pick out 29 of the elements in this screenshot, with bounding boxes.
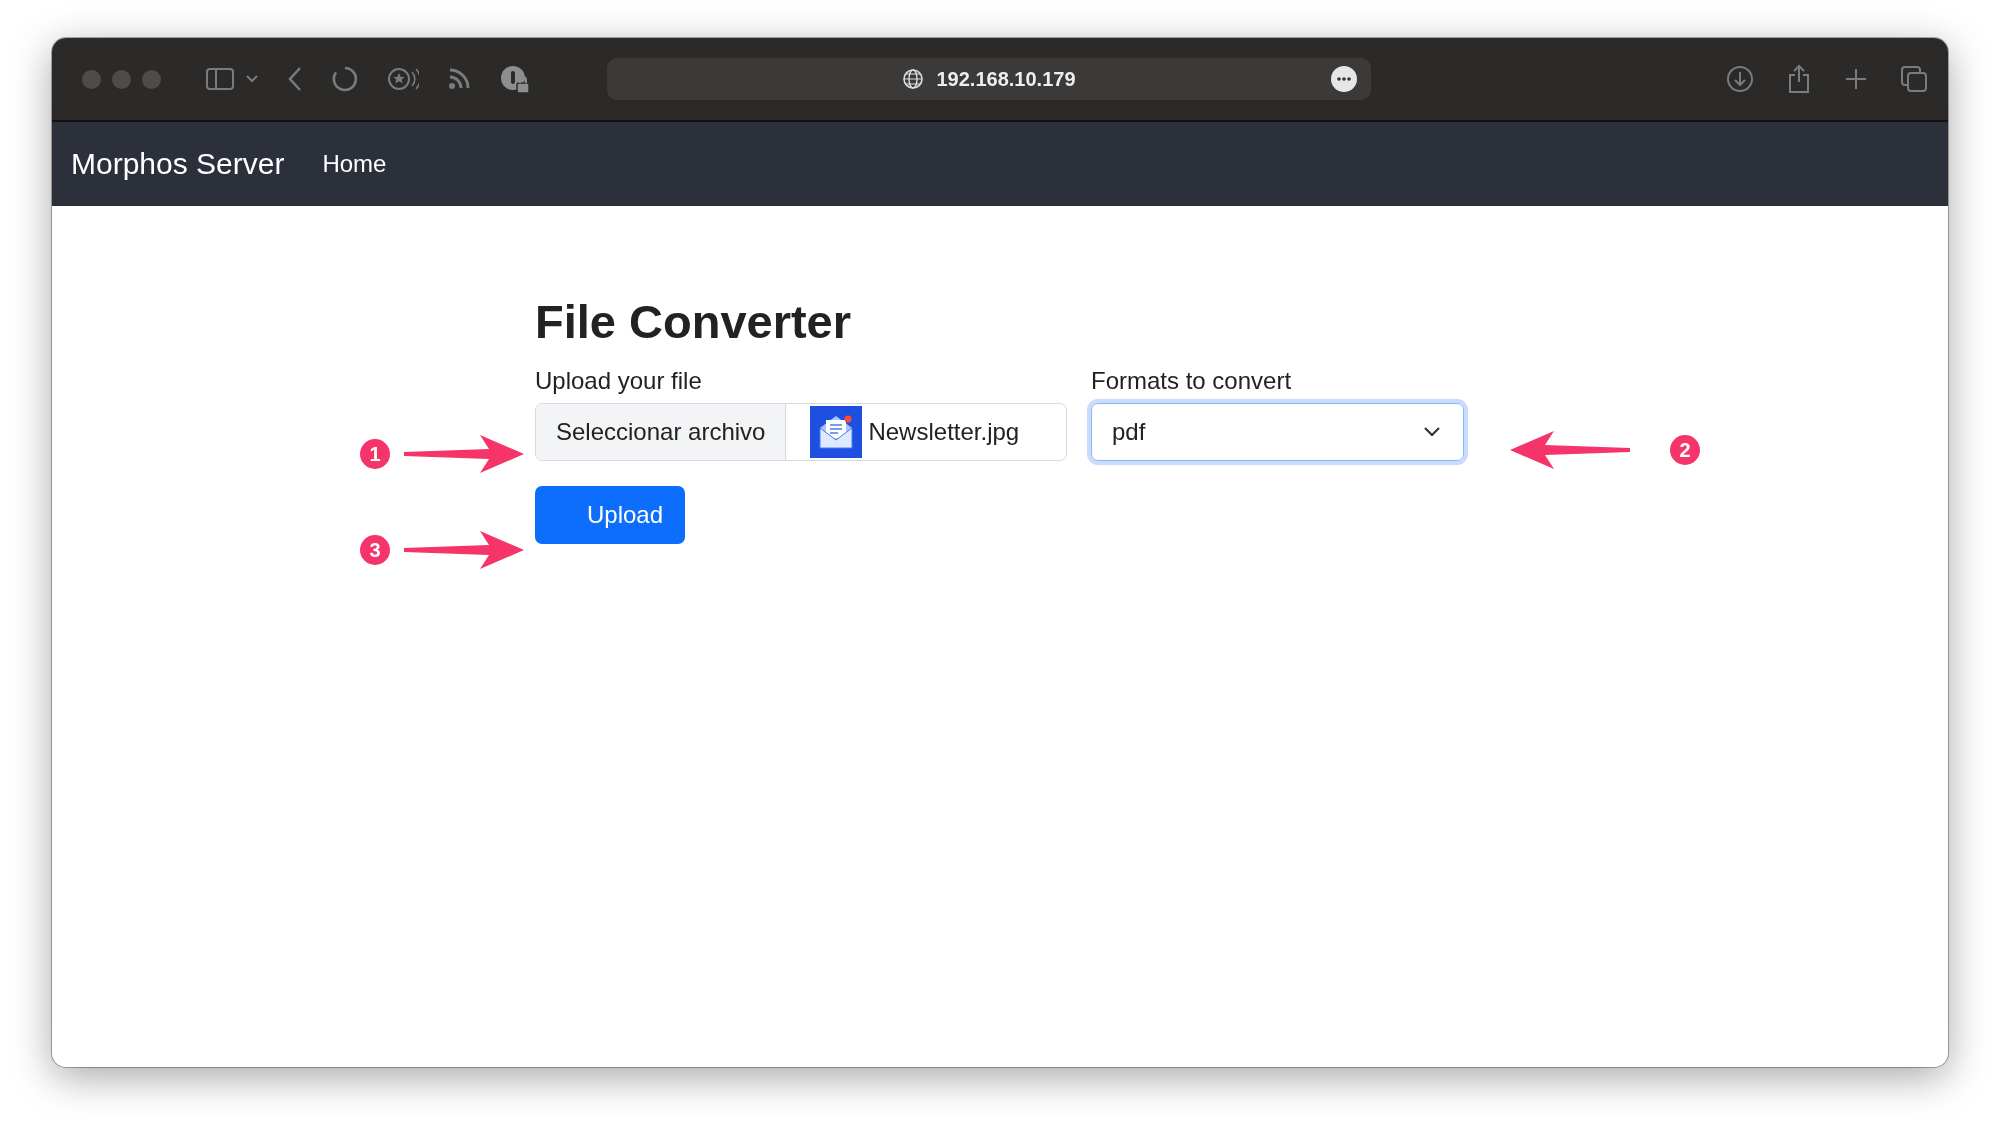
password-lock-icon[interactable] xyxy=(499,64,531,94)
star-badge-icon[interactable] xyxy=(387,66,419,92)
field-label: Upload your file xyxy=(535,367,703,395)
chevron-down-icon xyxy=(1423,426,1441,438)
chevron-down-icon[interactable] xyxy=(245,74,259,84)
back-icon[interactable] xyxy=(287,66,303,92)
reload-icon[interactable] xyxy=(331,65,359,93)
new-tab-icon[interactable] xyxy=(1844,67,1868,91)
sidebar-icon[interactable] xyxy=(205,67,235,91)
more-options-icon[interactable] xyxy=(1331,66,1357,92)
page-title: File Converter xyxy=(535,294,853,349)
number-marker: 3 xyxy=(360,535,390,565)
field-label: Formats to convert xyxy=(1091,367,1293,395)
upload-button[interactable]: Upload xyxy=(535,486,685,544)
file-name: Newsletter.jpg xyxy=(868,418,1020,446)
download-icon[interactable] xyxy=(1726,65,1754,93)
envelope-thumbnail-icon xyxy=(810,406,863,458)
share-icon[interactable] xyxy=(1786,64,1812,94)
tabs-overview-icon[interactable] xyxy=(1900,65,1928,93)
url-text: 192.168.10.179 xyxy=(936,67,1076,91)
number-marker: 2 xyxy=(1670,435,1700,465)
brand-link[interactable]: Morphos Server xyxy=(71,147,285,181)
globe-icon xyxy=(902,68,925,90)
choose-file-button[interactable]: Seleccionar archivo xyxy=(536,404,787,460)
number-marker: 1 xyxy=(360,439,390,469)
file-input[interactable]: Seleccionar archivo Newsletter.jpg xyxy=(535,403,1067,461)
nav-link[interactable]: Home xyxy=(322,150,387,178)
rss-icon[interactable] xyxy=(447,67,471,91)
address-bar[interactable]: 192.168.10.179 xyxy=(607,58,1371,100)
